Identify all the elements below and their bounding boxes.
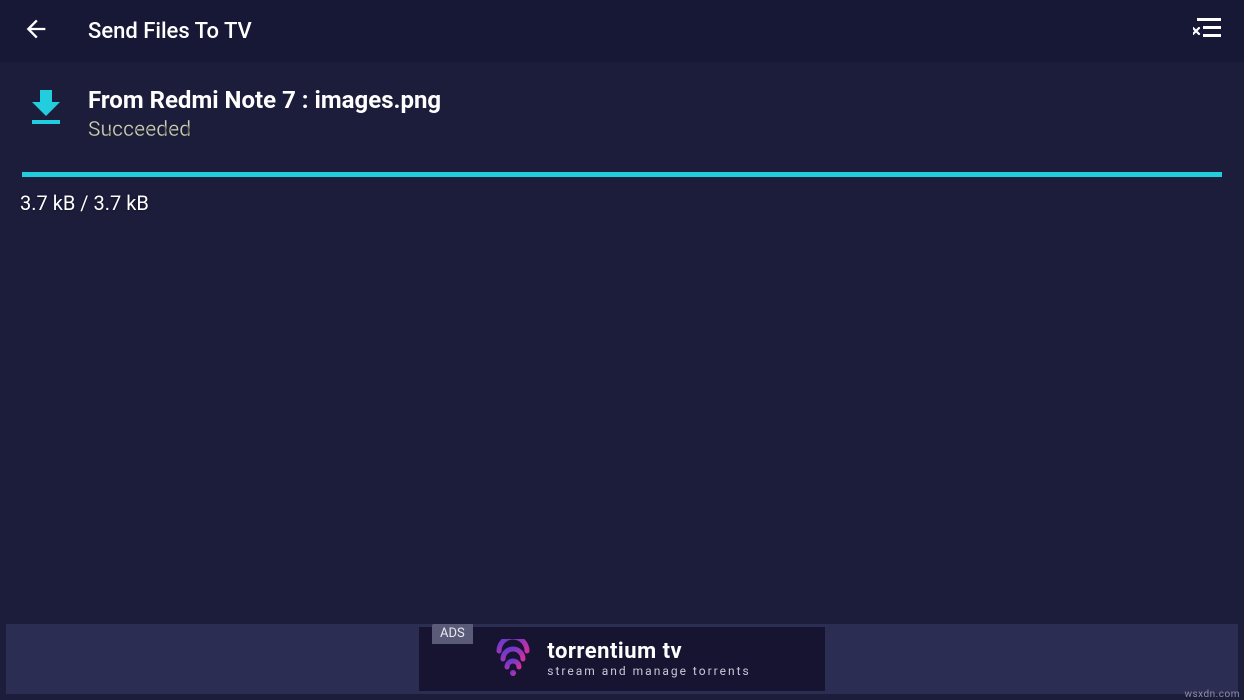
- ad-content[interactable]: torrentium tv stream and manage torrents: [419, 627, 825, 691]
- progress-bar: [22, 172, 1222, 177]
- ad-title: torrentium tv: [547, 640, 750, 663]
- ad-text: torrentium tv stream and manage torrents: [547, 640, 750, 678]
- transfer-size: 3.7 kB / 3.7 kB: [20, 191, 1244, 215]
- back-arrow-icon: [22, 15, 50, 47]
- transfer-info: From Redmi Note 7 : images.png Succeeded: [88, 86, 1222, 142]
- app-bar: Send Files To TV: [0, 0, 1244, 62]
- watermark: wsxdn.com: [1184, 689, 1240, 700]
- ad-label: ADS: [432, 624, 473, 644]
- clear-list-button[interactable]: [1188, 11, 1228, 51]
- transfer-item[interactable]: From Redmi Note 7 : images.png Succeeded: [0, 62, 1244, 142]
- ad-subtitle: stream and manage torrents: [547, 665, 750, 678]
- back-button[interactable]: [16, 11, 56, 51]
- clear-list-icon: [1193, 15, 1223, 47]
- ad-banner[interactable]: ADS torrentium tv stream and manage torr…: [6, 624, 1238, 694]
- app-title: Send Files To TV: [88, 19, 252, 44]
- download-icon: [22, 88, 70, 126]
- transfer-status: Succeeded: [88, 118, 1222, 142]
- transfer-title: From Redmi Note 7 : images.png: [88, 86, 1222, 114]
- ad-logo-icon: [493, 639, 533, 679]
